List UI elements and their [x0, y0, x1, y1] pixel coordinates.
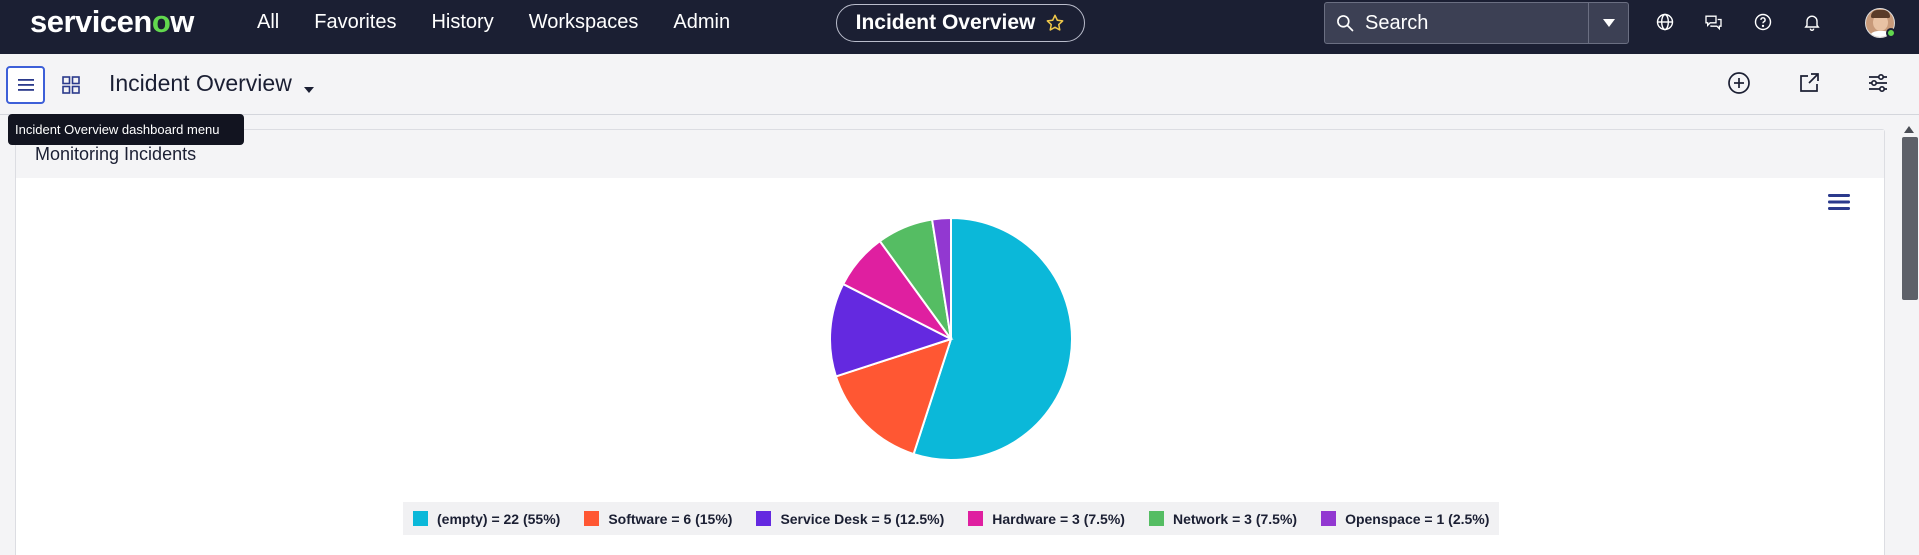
- nav-item-all[interactable]: All: [257, 11, 279, 34]
- chart-legend: (empty) = 22 (55%) Software = 6 (15%) Serv…: [403, 502, 1500, 535]
- page-scrollbar[interactable]: [1900, 116, 1919, 555]
- search-icon: [1325, 13, 1365, 33]
- nav-item-workspaces[interactable]: Workspaces: [529, 11, 639, 34]
- legend-swatch: [584, 511, 600, 526]
- filter-settings-icon[interactable]: [1863, 68, 1893, 98]
- nav-item-admin[interactable]: Admin: [673, 11, 730, 34]
- servicenow-logo[interactable]: servicenow: [30, 4, 194, 40]
- share-icon[interactable]: [1794, 68, 1824, 98]
- legend-label: Network = 3 (7.5%): [1172, 510, 1298, 527]
- online-status-indicator: [1886, 28, 1896, 38]
- legend-item[interactable]: Software = 6 (15%): [584, 511, 732, 527]
- scroll-up-arrow-icon[interactable]: [1904, 120, 1914, 138]
- main-nav: All Favorites History Workspaces Admin: [257, 0, 765, 44]
- legend-item[interactable]: Hardware = 3 (7.5%): [968, 511, 1125, 527]
- legend-item[interactable]: Network = 3 (7.5%): [1148, 510, 1298, 527]
- hamburger-icon: [17, 79, 34, 91]
- add-widget-icon[interactable]: [1724, 68, 1754, 98]
- bell-icon[interactable]: [1799, 10, 1824, 35]
- legend-swatch: [1321, 511, 1337, 526]
- search-scope-dropdown[interactable]: [1588, 3, 1628, 43]
- star-icon[interactable]: [1045, 13, 1065, 33]
- dashboard-menu-tooltip: Incident Overview dashboard menu: [8, 114, 244, 145]
- global-search[interactable]: Search: [1324, 2, 1629, 44]
- pie-chart: [829, 216, 1073, 461]
- context-title-pill[interactable]: Incident Overview: [836, 4, 1085, 42]
- legend-swatch: [756, 511, 772, 526]
- dashboard-switcher-caret-icon[interactable]: [304, 80, 314, 98]
- legend-swatch: [968, 511, 984, 526]
- legend-swatch: [1148, 511, 1164, 526]
- legend-label: Openspace = 1 (2.5%): [1345, 510, 1490, 527]
- nav-item-history[interactable]: History: [431, 11, 493, 34]
- search-input[interactable]: Search: [1365, 12, 1588, 35]
- scrollbar-thumb[interactable]: [1902, 137, 1918, 300]
- nav-item-favorites[interactable]: Favorites: [314, 11, 396, 34]
- legend-item[interactable]: (empty) = 22 (55%): [413, 511, 560, 527]
- legend-label: (empty) = 22 (55%): [437, 510, 561, 527]
- legend-item[interactable]: Openspace = 1 (2.5%): [1321, 511, 1489, 527]
- context-title: Incident Overview: [855, 11, 1036, 34]
- legend-label: Service Desk = 5 (12.5%): [780, 510, 945, 527]
- dashboard-header: Incident Overview: [0, 54, 1919, 115]
- caret-down-icon: [1602, 19, 1615, 27]
- globe-icon[interactable]: [1652, 10, 1677, 35]
- dashboard-menu-button[interactable]: [6, 66, 45, 104]
- dashboard-title: Incident Overview: [109, 70, 292, 96]
- top-icon-group: [1652, 0, 1848, 44]
- monitoring-incidents-widget: Monitoring Incidents (empty) = 22 (55%) S…: [15, 129, 1885, 555]
- legend-swatch: [413, 511, 428, 526]
- legend-label: Hardware = 3 (7.5%): [992, 510, 1125, 527]
- grid-view-icon[interactable]: [58, 72, 84, 98]
- legend-item[interactable]: Service Desk = 5 (12.5%): [756, 511, 944, 527]
- help-icon[interactable]: [1750, 10, 1775, 35]
- chat-icon[interactable]: [1701, 10, 1726, 35]
- top-navigation-bar: servicenow All Favorites History Workspa…: [0, 0, 1919, 54]
- legend-label: Software = 6 (15%): [608, 510, 733, 527]
